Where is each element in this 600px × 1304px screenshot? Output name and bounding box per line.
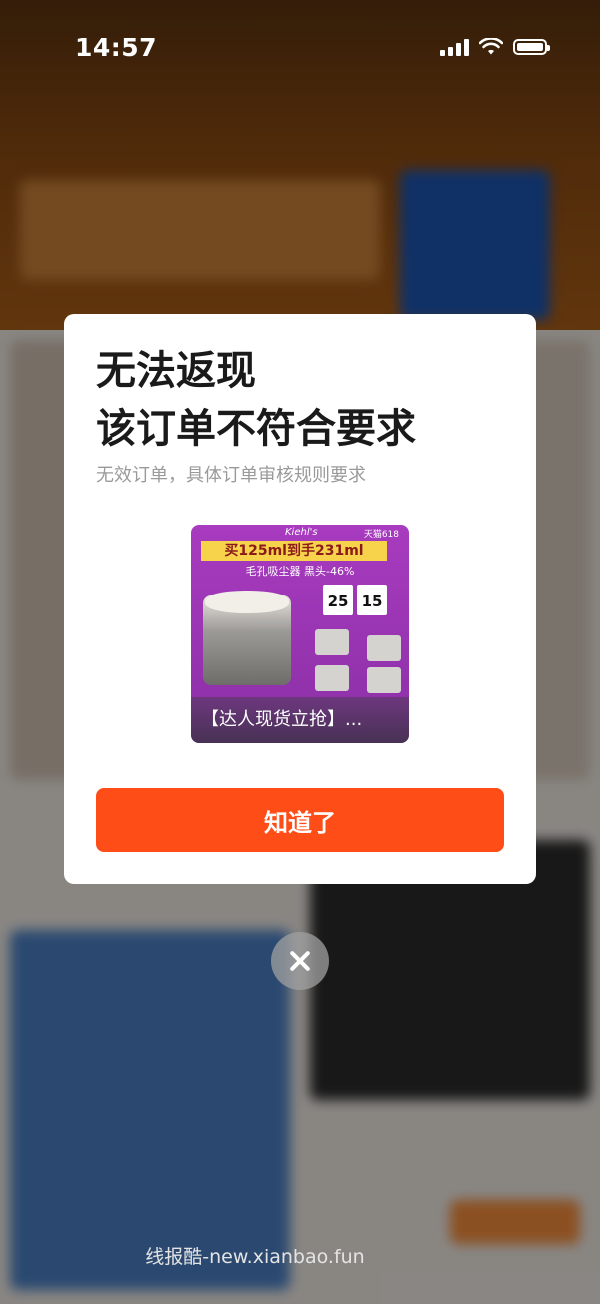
product-tag: 天猫618: [363, 530, 399, 540]
product-mini-jar: [367, 667, 401, 693]
product-mini-jar: [315, 629, 349, 655]
wifi-icon: [479, 38, 503, 55]
battery-icon: [513, 39, 550, 55]
cellular-signal-icon: [440, 38, 469, 56]
cashback-dialog: 无法返现 该订单不符合要求 无效订单，具体订单审核规则要求 Kiehl's 天猫…: [64, 314, 536, 884]
product-card[interactable]: Kiehl's 天猫618 买125ml到手231ml 毛孔吸尘器 黑头-46%…: [191, 525, 409, 743]
product-caption: 【达人现货立抢】...: [191, 697, 409, 743]
dialog-subtitle: 无效订单，具体订单审核规则要求: [96, 465, 366, 486]
dialog-title-line2: 该订单不符合要求: [96, 406, 416, 452]
close-button[interactable]: [271, 932, 329, 990]
status-bar: 14:57: [0, 0, 600, 96]
acknowledge-button[interactable]: 知道了: [96, 788, 504, 852]
status-icons: [440, 38, 550, 56]
product-jar-lid: [205, 591, 289, 613]
product-mini-jar: [367, 635, 401, 661]
product-price-a: 25: [323, 585, 353, 615]
product-mini-jar: [315, 665, 349, 691]
product-banner: 买125ml到手231ml: [201, 541, 387, 561]
dialog-title-line1: 无法返现: [96, 348, 256, 394]
product-promo: 毛孔吸尘器 黑头-46%: [245, 565, 355, 578]
status-time: 14:57: [75, 33, 158, 62]
product-price-b: 15: [357, 585, 387, 615]
dialog-title: 无法返现 该订单不符合要求: [96, 342, 516, 458]
product-brand: Kiehl's: [285, 527, 318, 538]
watermark: 线报酷-new.xianbao.fun: [145, 1246, 365, 1268]
